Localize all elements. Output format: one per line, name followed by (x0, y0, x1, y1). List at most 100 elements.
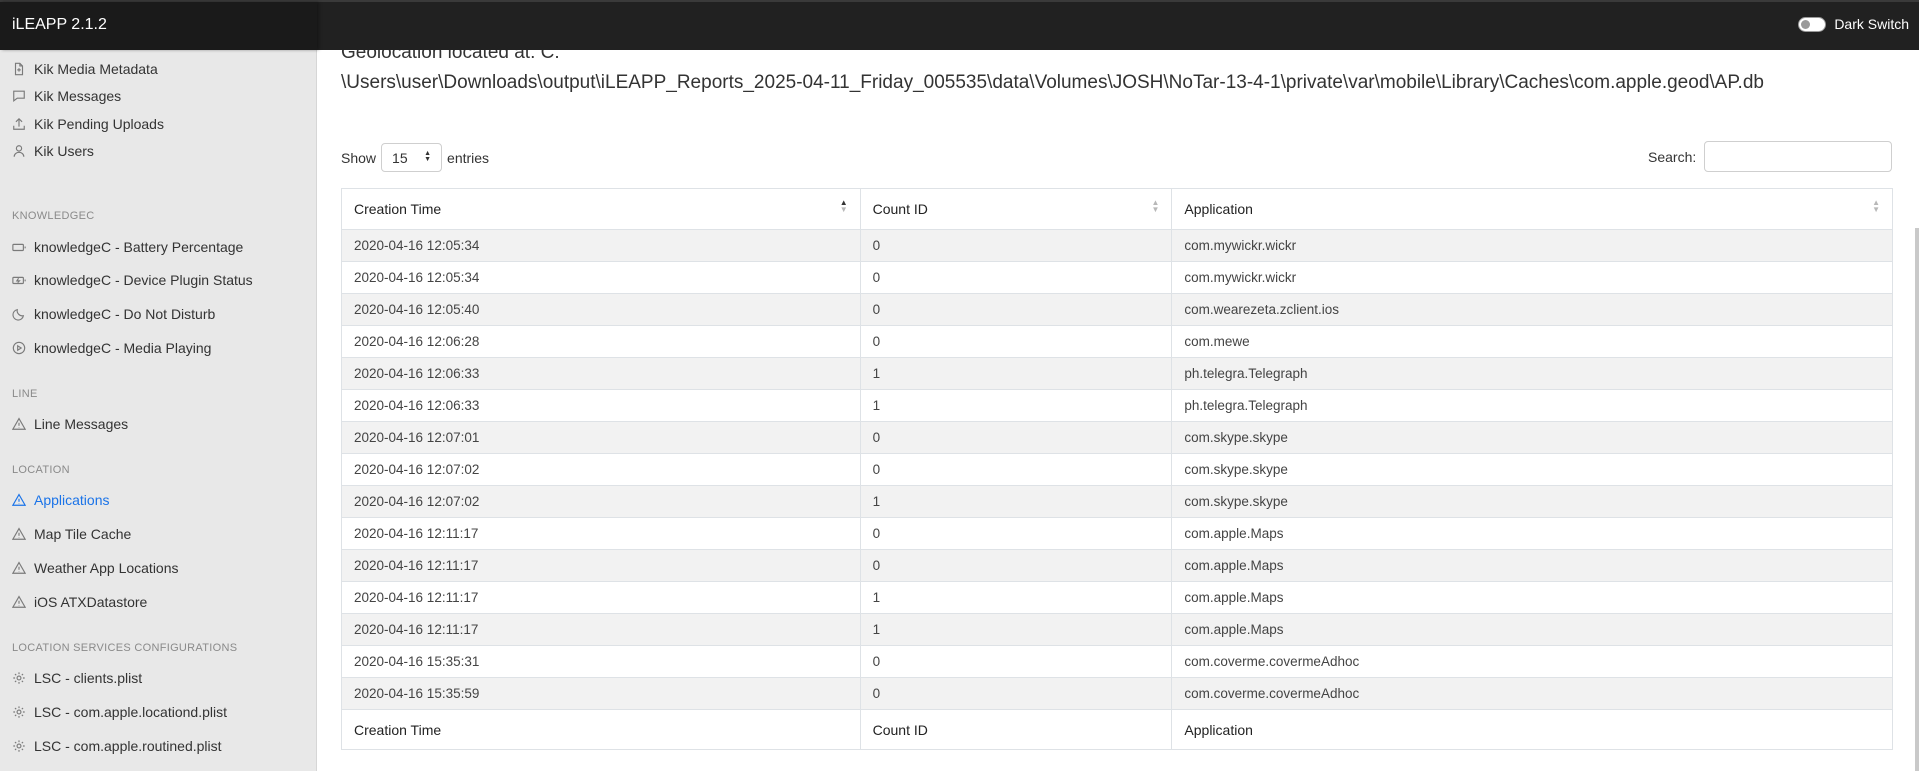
cell-application: com.apple.Maps (1171, 517, 1893, 550)
battery-charging-icon (12, 273, 26, 287)
search-label: Search: (1648, 148, 1697, 165)
show-label: Show (341, 149, 377, 166)
sidebar-item-battery-percentage[interactable]: knowledgeC - Battery Percentage (12, 235, 243, 259)
sidebar-item-media-playing[interactable]: knowledgeC - Media Playing (12, 336, 211, 360)
table-row: 2020-04-16 12:11:17 0 com.apple.Maps (341, 517, 1893, 550)
section-header-lsc: LOCATION SERVICES CONFIGURATIONS (12, 642, 238, 654)
search-input[interactable] (1704, 141, 1893, 172)
main-content: Geolocation located at: C: \Users\user\D… (318, 50, 1919, 771)
table-row: 2020-04-16 12:06:33 1 ph.telegra.Telegraph (341, 389, 1893, 422)
sidebar-item-label: LSC - clients.plist (34, 670, 143, 686)
footer-application: Application (1171, 709, 1893, 750)
app-title[interactable]: iLEAPP 2.1.2 (12, 16, 107, 34)
table-row: 2020-04-16 12:07:02 0 com.skype.skype (341, 453, 1893, 486)
cell-creation-time: 2020-04-16 12:07:01 (341, 421, 861, 454)
section-header-line: LINE (12, 388, 38, 400)
cell-application: com.mywickr.wickr (1171, 261, 1893, 294)
table-body: 2020-04-16 12:05:34 0 com.mywickr.wickr 20… (341, 229, 1893, 710)
cell-application: com.coverme.covermeAdhoc (1171, 677, 1893, 710)
cell-creation-time: 2020-04-16 12:11:17 (341, 549, 861, 582)
sidebar-item-label: LSC - com.apple.locationd.plist (34, 704, 227, 720)
cell-count-id: 0 (859, 453, 1173, 486)
cell-application: com.skype.skype (1171, 485, 1893, 518)
sidebar-item-device-plugin-status[interactable]: knowledgeC - Device Plugin Status (12, 268, 253, 292)
table-row: 2020-04-16 12:06:33 1 ph.telegra.Telegraph (341, 357, 1893, 390)
sidebar-item-label: Applications (34, 492, 110, 508)
entries-select[interactable]: 15 ▲ ▼ (381, 143, 443, 172)
column-header-creation-time[interactable]: Creation Time ▲ ▼ (341, 188, 861, 230)
dark-switch[interactable]: Dark Switch (1798, 16, 1909, 32)
geolocation-path: Geolocation located at: C: \Users\user\D… (341, 50, 1901, 98)
cell-application: com.apple.Maps (1171, 613, 1893, 646)
geolocation-label: Geolocation located at: C: (341, 50, 560, 63)
column-header-label: Count ID (872, 201, 928, 217)
cell-creation-time: 2020-04-16 12:05:34 (341, 229, 861, 262)
upload-icon (12, 117, 26, 131)
sidebar: Kik Media Metadata Kik Messages Kik Pend… (0, 50, 317, 771)
cell-count-id: 1 (859, 485, 1173, 518)
entries-value: 15 (392, 149, 408, 166)
sort-icon: ▲ ▼ (839, 198, 848, 214)
cell-count-id: 0 (859, 325, 1173, 358)
column-header-application[interactable]: Application ▲ ▼ (1171, 188, 1893, 230)
sidebar-item-weather-app-locations[interactable]: Weather App Locations (12, 556, 179, 580)
alert-triangle-icon (12, 595, 26, 609)
cell-application: com.mywickr.wickr (1171, 229, 1893, 262)
cell-application: com.apple.Maps (1171, 549, 1893, 582)
table-row: 2020-04-16 12:11:17 1 com.apple.Maps (341, 581, 1893, 614)
geolocation-file-path: \Users\user\Downloads\output\iLEAPP_Repo… (341, 72, 1764, 93)
play-circle-icon (12, 341, 26, 355)
table-row: 2020-04-16 12:05:34 0 com.mywickr.wickr (341, 229, 1893, 262)
cell-application: com.apple.Maps (1171, 581, 1893, 614)
cell-count-id: 1 (859, 389, 1173, 422)
cell-application: com.wearezeta.zclient.ios (1171, 293, 1893, 326)
cell-application: com.mewe (1171, 325, 1893, 358)
alert-triangle-icon (12, 493, 26, 507)
gear-icon (12, 671, 26, 685)
cell-count-id: 0 (859, 645, 1173, 678)
sidebar-item-lsc-clients[interactable]: LSC - clients.plist (12, 666, 142, 690)
sidebar-item-ios-atxdatastore[interactable]: iOS ATXDatastore (12, 590, 147, 614)
cell-count-id: 0 (859, 549, 1173, 582)
sidebar-item-label: Map Tile Cache (34, 526, 132, 542)
sidebar-item-label: Kik Messages (34, 88, 122, 104)
sidebar-item-kik-messages[interactable]: Kik Messages (12, 84, 121, 108)
cell-count-id: 0 (859, 517, 1173, 550)
sidebar-item-kik-media-metadata[interactable]: Kik Media Metadata (12, 57, 158, 81)
cell-creation-time: 2020-04-16 12:06:33 (341, 389, 861, 422)
table-row: 2020-04-16 12:07:02 1 com.skype.skype (341, 485, 1893, 518)
column-header-count-id[interactable]: Count ID ▲ ▼ (859, 188, 1173, 230)
user-icon (12, 144, 26, 158)
section-header-knowledgec: KNOWLEDGEC (12, 210, 95, 222)
column-header-label: Application (1184, 201, 1253, 217)
message-square-icon (12, 89, 26, 103)
vertical-scrollbar[interactable] (1915, 228, 1919, 771)
table-row: 2020-04-16 15:35:31 0 com.coverme.covermeA… (341, 645, 1893, 678)
table-row: 2020-04-16 15:35:59 0 com.coverme.covermeA… (341, 677, 1893, 710)
sidebar-item-map-tile-cache[interactable]: Map Tile Cache (12, 522, 131, 546)
dark-switch-toggle[interactable] (1798, 16, 1827, 32)
sidebar-item-line-messages[interactable]: Line Messages (12, 412, 128, 436)
alert-triangle-icon (12, 527, 26, 541)
sidebar-item-kik-users[interactable]: Kik Users (12, 139, 94, 163)
sidebar-item-label: knowledgeC - Battery Percentage (34, 239, 244, 255)
cell-creation-time: 2020-04-16 12:11:17 (341, 581, 861, 614)
top-navbar: iLEAPP 2.1.2 Dark Switch (0, 0, 1919, 50)
cell-application: ph.telegra.Telegraph (1171, 389, 1893, 422)
sidebar-item-do-not-disturb[interactable]: knowledgeC - Do Not Disturb (12, 302, 215, 326)
sidebar-item-lsc-locationd[interactable]: LSC - com.apple.locationd.plist (12, 700, 227, 724)
sidebar-item-kik-pending-uploads[interactable]: Kik Pending Uploads (12, 112, 164, 136)
sidebar-item-label: Kik Users (34, 143, 94, 159)
section-header-location: LOCATION (12, 464, 70, 476)
toggle-knob (1801, 19, 1811, 29)
brand-box: iLEAPP 2.1.2 (0, 2, 317, 50)
sidebar-item-label: knowledgeC - Device Plugin Status (34, 272, 253, 288)
cell-creation-time: 2020-04-16 15:35:31 (341, 645, 861, 678)
sidebar-item-lsc-routined[interactable]: LSC - com.apple.routined.plist (12, 734, 222, 758)
cell-count-id: 1 (859, 357, 1173, 390)
cell-creation-time: 2020-04-16 12:05:34 (341, 261, 861, 294)
cell-creation-time: 2020-04-16 12:11:17 (341, 517, 861, 550)
sidebar-item-applications[interactable]: Applications (12, 488, 110, 512)
moon-icon (12, 307, 26, 321)
table-row: 2020-04-16 12:07:01 0 com.skype.skype (341, 421, 1893, 454)
